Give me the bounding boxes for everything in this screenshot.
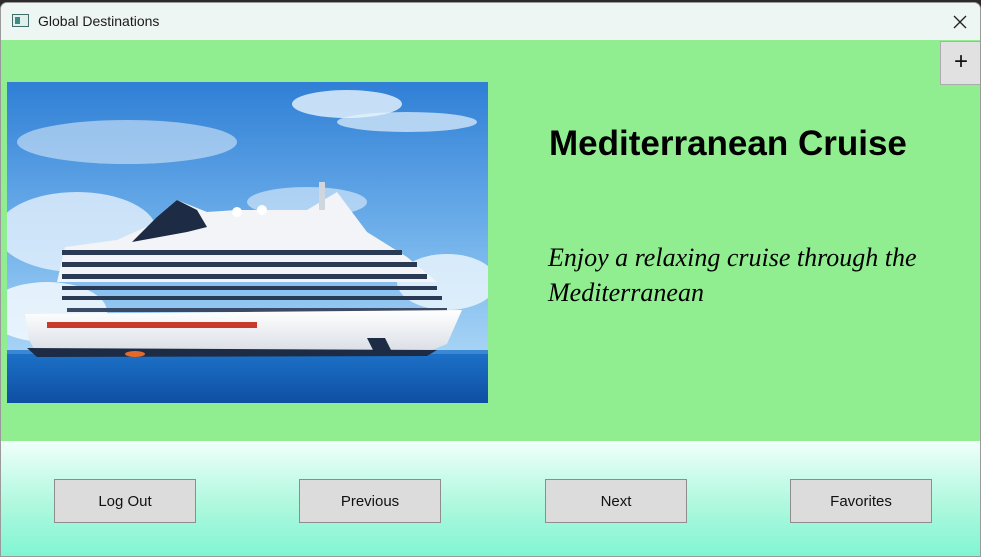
destination-panel: + Mediterranean Cruise Enjoy a relaxing … [1,40,980,441]
cruise-ship-picture [7,82,488,403]
window-title: Global Destinations [38,13,160,29]
add-button[interactable]: + [940,41,980,85]
next-button[interactable]: Next [545,479,687,523]
close-button[interactable] [940,3,980,40]
app-window: Global Destinations + Mediterranean Crui… [0,2,981,557]
app-window-icon [12,14,29,27]
destination-description: Enjoy a relaxing cruise through the Medi… [548,243,917,307]
title-bar: Global Destinations [1,3,980,40]
logout-button[interactable]: Log Out [54,479,196,523]
navigation-bar: Log Out Previous Next Favorites [1,441,980,556]
previous-button[interactable]: Previous [299,479,441,523]
favorites-button[interactable]: Favorites [790,479,932,523]
destination-image [7,82,488,403]
destination-title: Mediterranean Cruise [549,124,907,163]
close-icon [953,15,967,28]
